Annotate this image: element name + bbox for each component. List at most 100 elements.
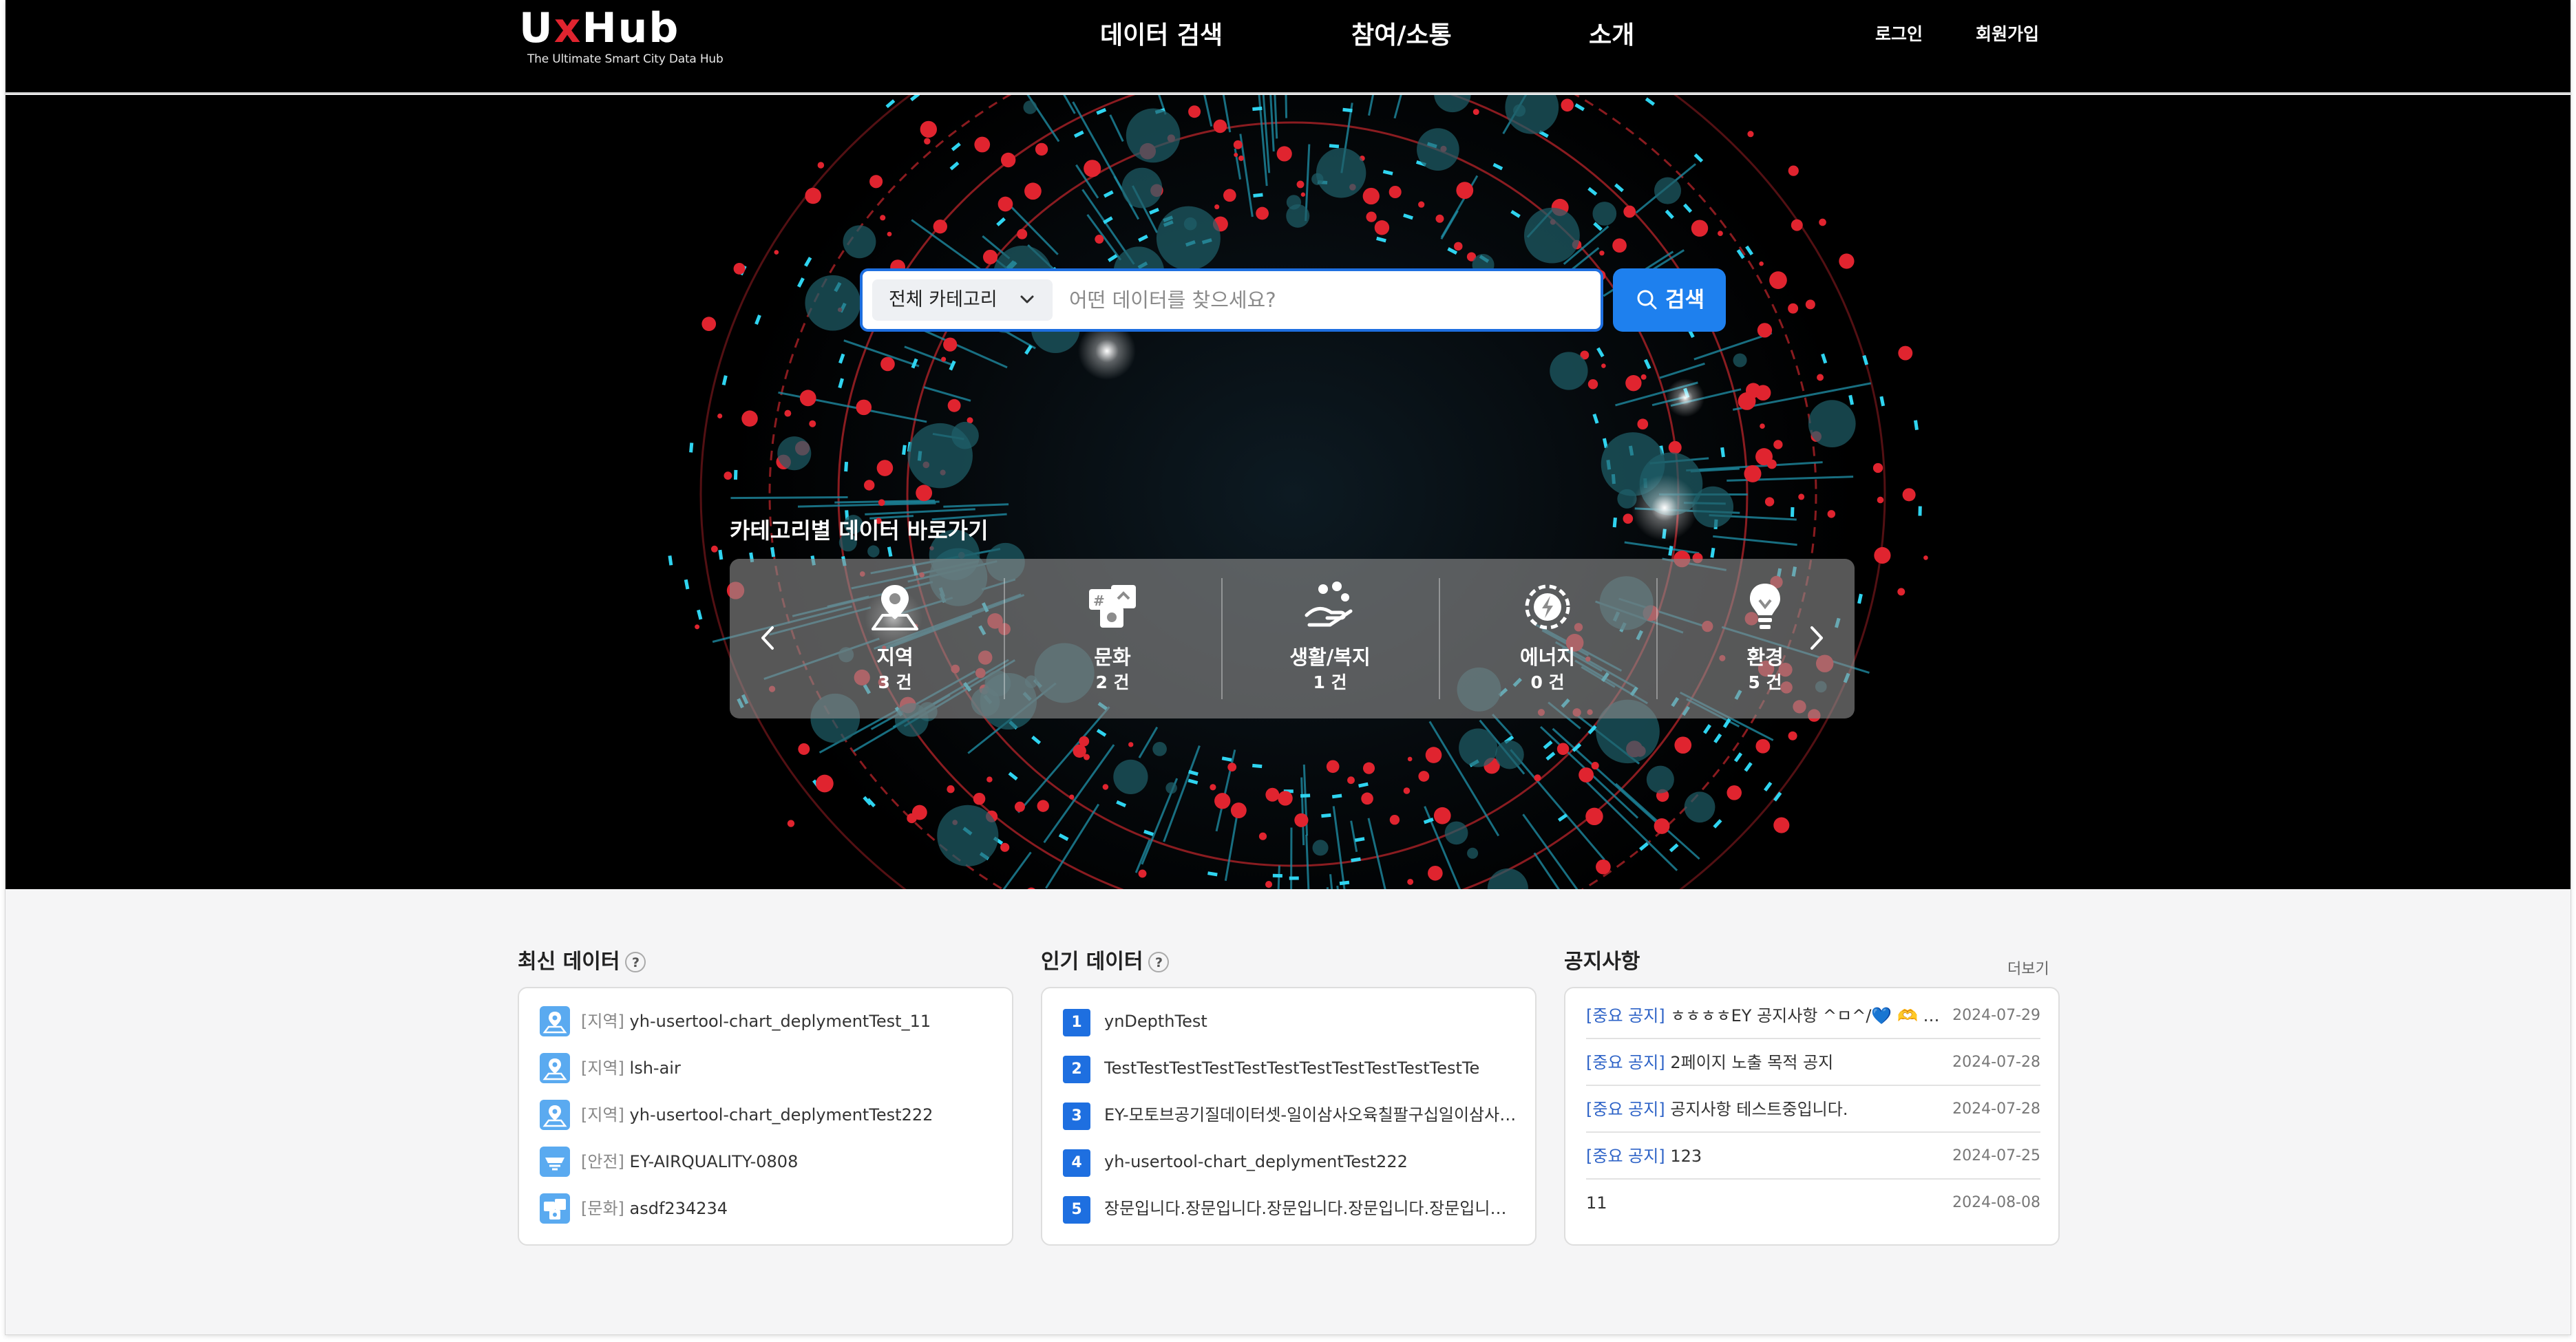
category-name: 문화 <box>1094 646 1131 669</box>
category-item-energy[interactable]: 에너지 0 건 <box>1439 579 1656 703</box>
category-name: 지역 <box>876 646 914 669</box>
browser-page: UxHub The Ultimate Smart City Data Hub 데… <box>5 0 2571 1335</box>
rank-badge: 3 <box>1063 1103 1090 1130</box>
category-count: 1 건 <box>1313 672 1347 692</box>
notice-date: 2024-07-28 <box>1952 1054 2040 1071</box>
category-select[interactable]: 전체 카테고리 <box>872 279 1053 321</box>
popular-data-title: 인기 데이터? <box>1041 944 1170 974</box>
notice-title: 2페이지 노출 목적 공지 <box>1670 1053 1834 1072</box>
list-item[interactable]: [문화] asdf234234 <box>540 1185 994 1226</box>
list-item-tag: [지역] <box>581 1012 624 1031</box>
more-link[interactable]: 더보기 <box>2007 957 2049 979</box>
rank-badge: 4 <box>1063 1149 1090 1177</box>
notice-tag: [중요 공지] <box>1586 1147 1665 1166</box>
list-item-name: asdf234234 <box>629 1199 728 1218</box>
category-carousel: 지역 3 건 # 문화 2 건 생활/복지 1 건 에너지 0 건 환경 5 건 <box>730 559 1855 718</box>
list-item-tag: [안전] <box>581 1152 624 1171</box>
site-header: UxHub The Ultimate Smart City Data Hub 데… <box>6 0 2570 94</box>
map-pin-icon <box>540 1100 570 1130</box>
category-count: 2 건 <box>1095 672 1130 692</box>
category-item-environment[interactable]: 환경 5 건 <box>1656 579 1874 703</box>
nav-data-search[interactable]: 데이터 검색 <box>1100 15 1223 56</box>
latest-data-title-text: 최신 데이터 <box>518 950 620 974</box>
category-name: 환경 <box>1746 646 1784 669</box>
site-logo[interactable]: UxHub The Ultimate Smart City Data Hub <box>519 4 726 66</box>
list-item-name: EY-모토브공기질데이터셋-일이삼사오육칠팔구십일이삼사오... <box>1104 1105 1517 1125</box>
notice-title: ㅎㅎㅎㅎEY 공지사항 ^ㅁ^/💙 🫶 💗... <box>1670 1006 1944 1025</box>
search-icon <box>1637 290 1657 310</box>
chevron-left-icon[interactable] <box>754 621 782 655</box>
list-item-name: yh-usertool-chart_deplymentTest222 <box>1104 1152 1408 1171</box>
notice-date: 2024-07-25 <box>1952 1147 2040 1164</box>
list-item-name: lsh-air <box>629 1058 681 1078</box>
chevron-down-icon <box>1020 295 1034 303</box>
latest-data-card: [지역] yh-usertool-chart_deplymentTest_11 … <box>518 987 1013 1246</box>
svg-text:#: # <box>1093 593 1105 609</box>
help-icon[interactable]: ? <box>1148 952 1170 972</box>
login-link[interactable]: 로그인 <box>1875 21 1923 48</box>
category-name: 생활/복지 <box>1289 646 1371 669</box>
hero-background-graphic <box>6 95 2570 889</box>
category-item-culture[interactable]: # 문화 2 건 <box>1004 579 1221 703</box>
category-name: 에너지 <box>1519 646 1576 669</box>
notice-item[interactable]: 11 2024-08-08 <box>1586 1180 2040 1226</box>
list-item[interactable]: [지역] yh-usertool-chart_deplymentTest_11 <box>540 998 994 1039</box>
nav-participation[interactable]: 참여/소통 <box>1351 15 1452 56</box>
category-item-welfare[interactable]: 생활/복지 1 건 <box>1221 579 1439 703</box>
culture-icon <box>540 1193 570 1224</box>
search-bar: 전체 카테고리 <box>860 268 1603 332</box>
list-item[interactable]: 3 EY-모토브공기질데이터셋-일이삼사오육칠팔구십일이삼사오... <box>1063 1091 1517 1133</box>
list-item-name: yh-usertool-chart_deplymentTest222 <box>629 1105 933 1125</box>
list-item-name: 장문입니다.장문입니다.장문입니다.장문입니다.장문입니다.장... <box>1104 1199 1517 1218</box>
logo-wordmark: UxHub <box>519 4 680 52</box>
signup-link[interactable]: 회원가입 <box>1976 21 2039 48</box>
rank-badge: 1 <box>1063 1009 1090 1036</box>
category-count: 0 건 <box>1530 672 1565 692</box>
notices-title: 공지사항 <box>1564 950 1640 974</box>
rank-badge: 2 <box>1063 1056 1090 1083</box>
list-item[interactable]: [안전] EY-AIRQUALITY-0808 <box>540 1138 994 1180</box>
search-input[interactable] <box>1069 277 1579 323</box>
category-item-region[interactable]: 지역 3 건 <box>786 579 1004 703</box>
category-select-value: 전체 카테고리 <box>889 289 997 310</box>
list-item[interactable]: [지역] yh-usertool-chart_deplymentTest222 <box>540 1091 994 1133</box>
list-item[interactable]: [지역] lsh-air <box>540 1045 994 1086</box>
safety-icon <box>540 1147 570 1177</box>
popular-data-card: 1 ynDepthTest 2 TestTestTestTestTestTest… <box>1041 987 1537 1246</box>
notice-item[interactable]: [중요 공지] 123 2024-07-25 <box>1586 1133 2040 1180</box>
map-pin-icon <box>540 1053 570 1083</box>
search-button[interactable]: 검색 <box>1613 268 1726 332</box>
notice-tag: [중요 공지] <box>1586 1053 1665 1072</box>
list-item[interactable]: 1 ynDepthTest <box>1063 998 1517 1039</box>
energy-icon <box>1525 584 1570 630</box>
list-item[interactable]: 5 장문입니다.장문입니다.장문입니다.장문입니다.장문입니다.장... <box>1063 1185 1517 1226</box>
welfare-icon <box>1305 582 1353 627</box>
map-pin-icon <box>540 1006 570 1036</box>
logo-tagline: The Ultimate Smart City Data Hub <box>527 52 724 66</box>
list-item-tag: [지역] <box>581 1105 624 1125</box>
notice-title: 공지사항 테스트중입니다. <box>1670 1100 1848 1119</box>
nav-about[interactable]: 소개 <box>1589 15 1634 56</box>
list-item[interactable]: 2 TestTestTestTestTestTestTestTestTestTe… <box>1063 1045 1517 1086</box>
map-pin-icon <box>872 585 918 630</box>
list-item-tag: [지역] <box>581 1058 624 1078</box>
notices-card: [중요 공지] ㅎㅎㅎㅎEY 공지사항 ^ㅁ^/💙 🫶 💗... 2024-07… <box>1564 987 2060 1246</box>
notice-item[interactable]: [중요 공지] ㅎㅎㅎㅎEY 공지사항 ^ㅁ^/💙 🫶 💗... 2024-07… <box>1586 992 2040 1039</box>
list-item-name: EY-AIRQUALITY-0808 <box>629 1152 799 1171</box>
help-icon[interactable]: ? <box>625 952 646 972</box>
list-item-name: TestTestTestTestTestTestTestTestTestTest… <box>1104 1058 1480 1078</box>
culture-icon: # <box>1089 585 1136 628</box>
rank-badge: 5 <box>1063 1196 1090 1224</box>
popular-data-title-text: 인기 데이터 <box>1041 950 1143 974</box>
notice-item[interactable]: [중요 공지] 2페이지 노출 목적 공지 2024-07-28 <box>1586 1039 2040 1086</box>
list-item-name: ynDepthTest <box>1104 1012 1207 1031</box>
notice-item[interactable]: [중요 공지] 공지사항 테스트중입니다. 2024-07-28 <box>1586 1086 2040 1133</box>
list-item-name: yh-usertool-chart_deplymentTest_11 <box>629 1012 931 1031</box>
list-item[interactable]: 4 yh-usertool-chart_deplymentTest222 <box>1063 1138 1517 1180</box>
notice-title: 11 <box>1586 1193 1607 1213</box>
latest-data-title: 최신 데이터? <box>518 944 646 974</box>
list-item-tag: [문화] <box>581 1199 624 1218</box>
notice-title: 123 <box>1670 1147 1702 1166</box>
lightbulb-icon <box>1750 584 1780 629</box>
notice-tag: [중요 공지] <box>1586 1100 1665 1119</box>
